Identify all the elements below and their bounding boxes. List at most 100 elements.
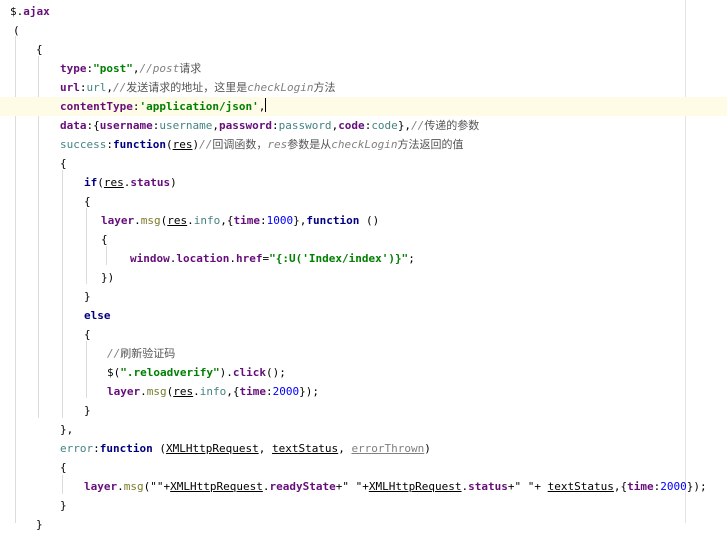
right-margin-guide xyxy=(685,0,686,523)
code-token: $. xyxy=(10,5,24,18)
code-token: ( xyxy=(165,138,173,151)
code-token: } xyxy=(36,518,43,531)
code-token: ) xyxy=(170,176,177,189)
code-token: : xyxy=(271,119,279,132)
code-line[interactable]: ( xyxy=(0,21,685,40)
code-token: // xyxy=(411,119,425,132)
code-token: 1000 xyxy=(266,214,294,227)
code-token: type xyxy=(60,62,87,75)
code-token: . xyxy=(140,385,147,398)
code-token: status xyxy=(468,480,508,493)
code-token: ,{ xyxy=(226,385,240,398)
code-token: href xyxy=(235,252,263,265)
code-token: "post" xyxy=(93,62,133,75)
code-line[interactable]: { xyxy=(0,192,685,211)
code-token: } xyxy=(84,404,91,417)
code-line[interactable]: layer.msg(""+XMLHttpRequest.readyState+"… xyxy=(0,477,707,496)
code-token: ajax xyxy=(23,5,50,18)
code-line[interactable]: error:function (XMLHttpRequest, textStat… xyxy=(0,439,685,458)
code-token: time xyxy=(239,385,267,398)
code-line[interactable]: $.ajax xyxy=(0,2,685,21)
code-token: , xyxy=(258,442,272,455)
code-line[interactable]: $(".reloadverify").click(); xyxy=(0,363,685,382)
code-token: { xyxy=(60,157,67,170)
code-line[interactable]: { xyxy=(0,154,685,173)
code-token: res xyxy=(103,176,124,189)
code-line[interactable]: layer.msg(res.info,{time:2000}); xyxy=(0,382,685,401)
code-line[interactable]: success:function(res)//回调函数，res参数是从check… xyxy=(0,135,685,154)
code-token: username xyxy=(159,119,213,132)
code-token: 发送请求的地址，这里是 xyxy=(126,81,248,94)
code-line[interactable]: if(res.status) xyxy=(0,173,685,192)
code-token: layer xyxy=(101,214,135,227)
code-token: XMLHttpRequest xyxy=(368,480,462,493)
code-token: contentType xyxy=(60,100,133,113)
code-token: . xyxy=(117,480,124,493)
code-token: ,{ xyxy=(613,480,628,493)
code-token: 传递的参数 xyxy=(424,119,480,132)
code-token: msg xyxy=(123,480,144,493)
code-token: error xyxy=(60,442,94,455)
current-code-line[interactable]: contentType:'application/json', xyxy=(0,97,727,116)
code-token: else xyxy=(84,309,111,322)
code-token: ".reloadverify" xyxy=(120,366,220,379)
code-line[interactable]: window.location.href="{:U('Index/index')… xyxy=(0,249,685,268)
code-line[interactable]: layer.msg(res.info,{time:1000},function … xyxy=(0,211,685,230)
code-token: textStatus xyxy=(271,442,339,455)
code-token: , xyxy=(258,100,266,113)
code-line[interactable]: }, xyxy=(0,420,685,439)
code-line[interactable]: { xyxy=(0,230,685,249)
code-line[interactable]: } xyxy=(0,287,685,306)
code-token: }); xyxy=(686,480,707,493)
code-token: }, xyxy=(60,423,74,436)
code-token: textStatus xyxy=(547,480,614,493)
code-token: } xyxy=(60,499,67,512)
code-line[interactable]: { xyxy=(0,325,685,344)
code-token: if xyxy=(84,176,98,189)
code-token: { xyxy=(101,233,108,246)
code-token: , xyxy=(132,62,140,75)
code-token: XMLHttpRequest xyxy=(165,442,259,455)
code-token: ,{ xyxy=(220,214,234,227)
code-editor[interactable]: $.ajax({type:"post",//post请求 url:url,//发送… xyxy=(0,0,727,531)
code-token: $( xyxy=(107,366,121,379)
code-token: checkLogin xyxy=(331,138,398,151)
code-token: function xyxy=(306,214,360,227)
code-token: 'application/json' xyxy=(139,100,259,113)
code-token: // xyxy=(199,138,213,151)
code-line[interactable]: }) xyxy=(0,268,685,287)
code-line[interactable]: url:url,//发送请求的地址，这里是checkLogin方法 xyxy=(0,78,685,97)
code-token: password xyxy=(278,119,332,132)
code-token: time xyxy=(233,214,261,227)
code-token: . xyxy=(134,214,141,227)
code-line[interactable]: } xyxy=(0,515,685,534)
code-token: . xyxy=(229,252,236,265)
code-token: { xyxy=(84,328,91,341)
code-token: 方法返回的值 xyxy=(397,138,464,151)
code-line[interactable]: //刷新验证码 xyxy=(0,344,685,363)
code-line[interactable]: { xyxy=(0,458,685,477)
code-token: (""+ xyxy=(143,480,171,493)
code-token: : xyxy=(93,442,100,455)
code-token: +" "+ xyxy=(507,480,548,493)
code-token: res xyxy=(173,385,194,398)
code-line[interactable]: } xyxy=(0,401,685,420)
code-line[interactable]: } xyxy=(0,496,685,515)
code-line[interactable]: { xyxy=(0,40,685,59)
code-token: // xyxy=(107,347,121,360)
code-token: , xyxy=(338,442,352,455)
code-token: }); xyxy=(299,385,319,398)
code-token: 刷新验证码 xyxy=(120,347,176,360)
code-line[interactable]: type:"post",//post请求 xyxy=(0,59,685,78)
code-token: : xyxy=(260,214,267,227)
code-token: location xyxy=(176,252,230,265)
code-token: info xyxy=(199,385,227,398)
code-line[interactable]: else xyxy=(0,306,685,325)
code-token: ( xyxy=(97,176,104,189)
code-token: time xyxy=(627,480,654,493)
code-token: code xyxy=(338,119,365,132)
code-token: . xyxy=(193,385,200,398)
code-token: : xyxy=(266,385,273,398)
code-token: "{:U('Index/index')}" xyxy=(269,252,409,265)
code-line[interactable]: data:{username:username,password:passwor… xyxy=(0,116,685,135)
